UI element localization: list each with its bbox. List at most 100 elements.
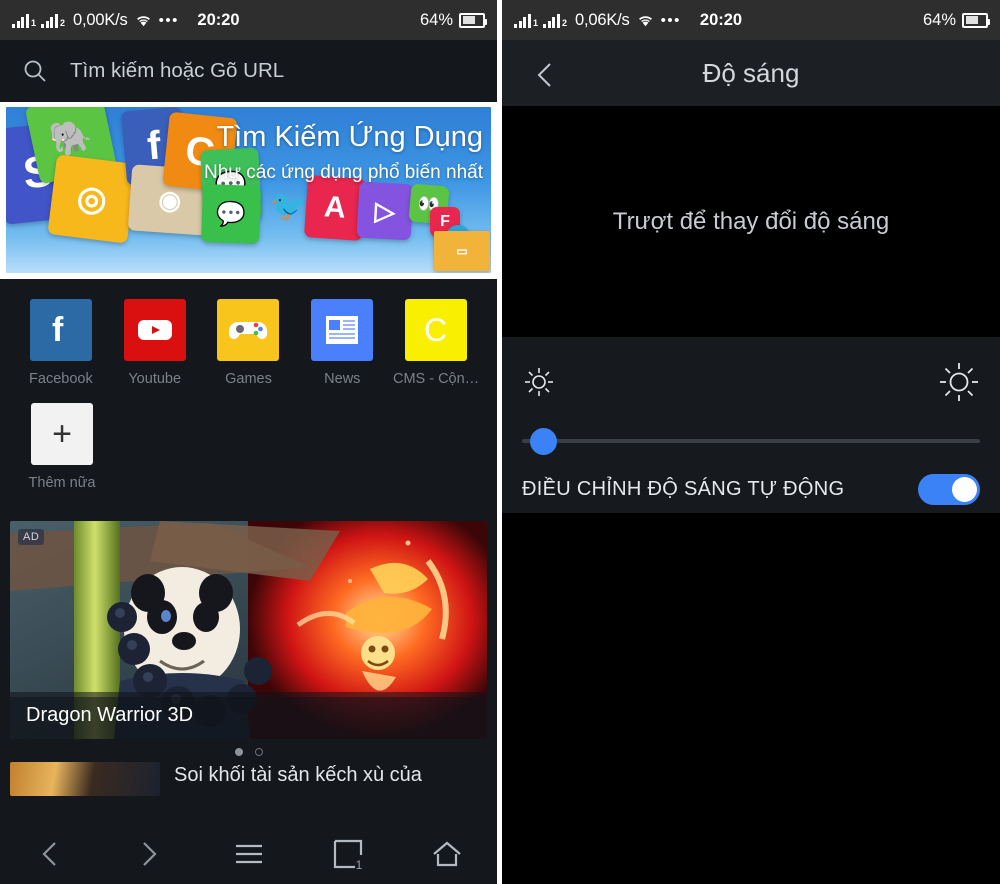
slider-track[interactable] [522, 439, 980, 443]
page-title: Độ sáng [702, 57, 800, 88]
toggle-knob [952, 477, 977, 502]
ad-caption: Dragon Warrior 3D [10, 692, 487, 739]
ad-card[interactable]: AD Dragon Warrior 3D [10, 521, 487, 739]
app-search-banner-image: S 🐘 ◎ f ◉ C 💬 💬 🐦 A ▷ 👀 F S ▭ Tìm Kiếm Ứ… [6, 107, 491, 273]
sim2-label: 2 [60, 18, 66, 28]
shortcut-label: News [324, 371, 361, 387]
shortcut-label: Games [225, 371, 272, 387]
nav-forward-button[interactable] [99, 828, 198, 884]
youtube-icon [123, 299, 186, 361]
shortcut-youtube[interactable]: Youtube [108, 299, 202, 387]
battery-percent-label: 64% [922, 10, 956, 29]
signal-bars-sim1-icon: 1 [514, 12, 538, 28]
banner-tile-box: ▭ [434, 231, 490, 271]
sim1-label: 1 [533, 18, 539, 28]
shortcut-label: Thêm nữa [28, 475, 96, 491]
shortcut-label: Youtube [128, 371, 182, 387]
brightness-empty-area [502, 513, 1000, 818]
shortcut-label: CMS - Cộn… [392, 371, 480, 387]
hamburger-icon [234, 842, 264, 871]
facebook-icon: f [29, 299, 92, 361]
signal-bars-sim1-icon: 1 [12, 12, 36, 28]
carousel-dot-active[interactable] [234, 748, 243, 756]
shortcuts-row-2: + Thêm nữa [0, 403, 497, 507]
news-list-item[interactable]: Soi khối tài sản kếch xù của [0, 762, 497, 796]
sun-small-icon [522, 365, 556, 404]
gamepad-icon [217, 299, 280, 361]
battery-icon [962, 12, 990, 28]
slider-thumb[interactable] [530, 428, 557, 455]
banner-tile-wechat: 💬 [201, 184, 261, 244]
chevron-left-icon [39, 839, 61, 874]
banner-tile-camera360: ◎ [47, 154, 137, 244]
battery-percent-label: 64% [419, 10, 453, 29]
left-phone-panel: 1 2 0,00K/s ••• 20:20 64% Tìm kiếm hoặc … [0, 0, 497, 884]
shortcut-facebook[interactable]: f Facebook [14, 299, 108, 387]
auto-brightness-toggle[interactable] [918, 474, 980, 505]
ad-badge: AD [18, 529, 45, 545]
plus-icon: + [31, 403, 93, 465]
dual-screenshot: 1 2 0,00K/s ••• 20:20 64% Tìm kiếm hoặc … [0, 0, 1000, 884]
status-left-cluster: 1 2 0,06K/s ••• [514, 11, 681, 30]
shortcut-add-more[interactable]: + Thêm nữa [14, 403, 110, 491]
brightness-control-panel: ĐIỀU CHỈNH ĐỘ SÁNG TỰ ĐỘNG [502, 337, 1000, 513]
brightness-title-bar: Độ sáng [502, 40, 1000, 106]
network-speed-label: 0,06K/s [575, 10, 630, 29]
app-search-banner[interactable]: S 🐘 ◎ f ◉ C 💬 💬 🐦 A ▷ 👀 F S ▭ Tìm Kiếm Ứ… [0, 102, 497, 279]
shortcuts-row-1: f Facebook Youtube Games News C CMS - Cộ… [0, 299, 497, 403]
carousel-dot[interactable] [254, 748, 263, 756]
battery-icon [459, 12, 487, 28]
shortcut-cms[interactable]: C CMS - Cộn… [389, 299, 483, 387]
brightness-hint: Trượt để thay đổi độ sáng [612, 207, 890, 235]
more-dots-icon: ••• [158, 11, 179, 29]
brightness-icons-row [522, 361, 980, 408]
nav-home-button[interactable] [398, 828, 497, 884]
shortcut-news[interactable]: News [295, 299, 389, 387]
chevron-right-icon [138, 839, 160, 874]
sun-large-icon [938, 361, 980, 408]
brightness-slider[interactable] [522, 420, 980, 460]
sim1-label: 1 [31, 18, 37, 28]
svg-text:C: C [424, 312, 447, 348]
banner-tile-video: ▷ [356, 181, 414, 241]
search-input[interactable]: Tìm kiếm hoặc Gõ URL [70, 59, 284, 83]
news-thumbnail [10, 762, 160, 796]
shortcuts-section: f Facebook Youtube Games News C CMS - Cộ… [0, 279, 497, 507]
news-title: Soi khối tài sản kếch xù của [174, 764, 422, 786]
svg-text:f: f [52, 311, 64, 349]
wifi-icon [135, 13, 152, 27]
status-right-cluster: 64% [419, 10, 487, 30]
nav-menu-button[interactable] [199, 828, 298, 884]
news-icon [311, 299, 374, 361]
back-button[interactable] [532, 60, 558, 87]
banner-subtitle: Như các ứng dụng phổ biến nhất [204, 162, 483, 183]
shortcut-games[interactable]: Games [202, 299, 296, 387]
browser-navigation-bar: 1 [0, 828, 497, 884]
status-bar-right: 1 2 0,06K/s ••• 20:20 64% [502, 0, 1000, 40]
browser-search-bar[interactable]: Tìm kiếm hoặc Gõ URL [0, 40, 497, 102]
shortcut-label: Facebook [29, 371, 93, 387]
banner-tile-twitter: 🐦 [270, 189, 308, 223]
ad-section: AD Dragon Warrior 3D [0, 507, 497, 739]
auto-brightness-label: ĐIỀU CHỈNH ĐỘ SÁNG TỰ ĐỘNG [522, 478, 845, 500]
status-left-cluster: 1 2 0,00K/s ••• [12, 11, 179, 30]
auto-brightness-row[interactable]: ĐIỀU CHỈNH ĐỘ SÁNG TỰ ĐỘNG [522, 474, 980, 505]
status-right-cluster: 64% [922, 10, 990, 30]
nav-back-button[interactable] [0, 828, 99, 884]
brightness-preview-area[interactable]: Trượt để thay đổi độ sáng [502, 106, 1000, 337]
signal-bars-sim2-icon: 2 [41, 12, 65, 28]
signal-bars-sim2-icon: 2 [543, 12, 567, 28]
more-dots-icon: ••• [660, 11, 681, 29]
carousel-indicator[interactable] [0, 739, 497, 762]
banner-title: Tìm Kiếm Ứng Dụng [216, 121, 483, 153]
wifi-icon [637, 13, 654, 27]
network-speed-label: 0,00K/s [73, 10, 128, 29]
status-bar-left: 1 2 0,00K/s ••• 20:20 64% [0, 0, 497, 40]
home-icon [431, 840, 463, 873]
search-icon [22, 58, 48, 84]
nav-tabs-button[interactable]: 1 [298, 828, 397, 884]
tab-count-badge: 1 [355, 858, 363, 872]
sim2-label: 2 [562, 18, 568, 28]
cms-icon: C [405, 299, 468, 361]
right-phone-panel: 1 2 0,06K/s ••• 20:20 64% Độ sáng Trượt … [502, 0, 1000, 884]
